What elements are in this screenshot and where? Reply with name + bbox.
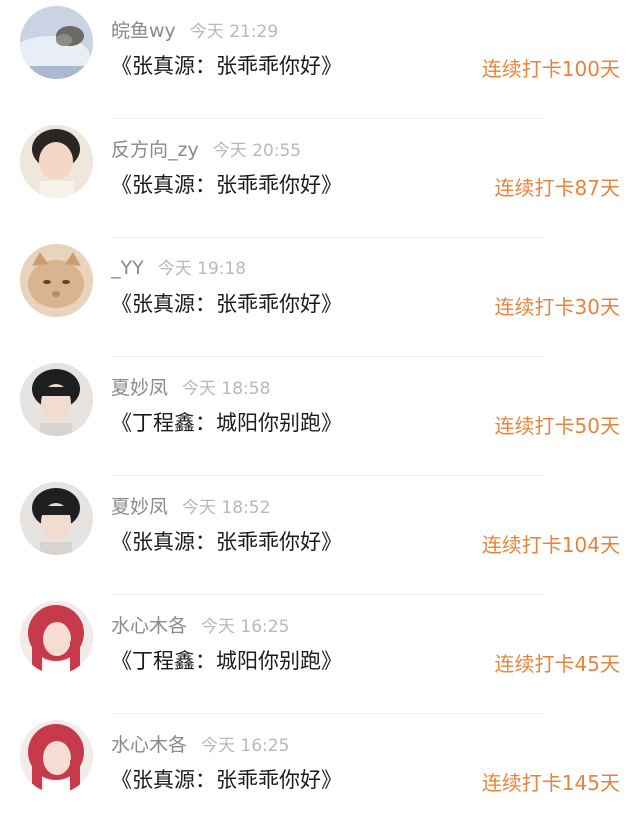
streak-label: 连续打卡30天 [494,295,620,319]
list-item[interactable]: 反方向_zy 今天 20:55 《张真源：张乖乖你好》 连续打卡87天 [0,119,640,238]
avatar-boy-icon[interactable] [20,363,93,436]
book-title[interactable]: 《丁程鑫：城阳你别跑》 [111,645,342,675]
timestamp: 今天 18:58 [182,379,271,399]
book-title[interactable]: 《张真源：张乖乖你好》 [111,50,342,80]
book-title[interactable]: 《张真源：张乖乖你好》 [111,288,342,318]
avatar-boy-icon[interactable] [20,482,93,555]
username[interactable]: 夏妙凤 [111,377,168,399]
timestamp: 今天 16:25 [201,736,290,756]
book-title[interactable]: 《张真源：张乖乖你好》 [111,169,342,199]
username[interactable]: 水心木各 [111,734,187,756]
avatar-cat-icon[interactable] [20,244,93,317]
book-title[interactable]: 《张真源：张乖乖你好》 [111,526,342,556]
streak-label: 连续打卡87天 [494,176,620,200]
list-item[interactable]: 夏妙凤 今天 18:58 《丁程鑫：城阳你别跑》 连续打卡50天 [0,357,640,476]
avatar-person-icon[interactable] [20,125,93,198]
timestamp: 今天 20:55 [212,141,302,161]
username[interactable]: 水心木各 [111,615,187,637]
username[interactable]: 夏妙凤 [111,496,168,518]
streak-label: 连续打卡45天 [494,652,620,676]
list-item[interactable]: 夏妙凤 今天 18:52 《张真源：张乖乖你好》 连续打卡104天 [0,476,640,595]
book-title[interactable]: 《张真源：张乖乖你好》 [111,764,342,794]
checkin-list: 皖鱼wy 今天 21:29 《张真源：张乖乖你好》 连续打卡100天 反方向_zy… [0,0,640,825]
avatar-snowy-animal-icon[interactable] [20,6,93,79]
timestamp: 今天 21:29 [189,22,279,42]
list-item[interactable]: 水心木各 今天 16:25 《张真源：张乖乖你好》 连续打卡145天 [0,714,640,833]
username[interactable]: 皖鱼wy [111,20,176,42]
streak-label: 连续打卡104天 [481,533,620,557]
streak-label: 连续打卡100天 [481,57,620,81]
list-item[interactable]: 水心木各 今天 16:25 《丁程鑫：城阳你别跑》 连续打卡45天 [0,595,640,714]
avatar-red-hair-girl-icon[interactable] [20,601,93,674]
avatar-red-hair-girl-icon[interactable] [20,720,93,793]
timestamp: 今天 16:25 [201,617,290,637]
book-title[interactable]: 《丁程鑫：城阳你别跑》 [111,407,342,437]
timestamp: 今天 18:52 [182,498,271,518]
list-item[interactable]: 皖鱼wy 今天 21:29 《张真源：张乖乖你好》 连续打卡100天 [0,0,640,119]
list-item[interactable]: _YY 今天 19:18 《张真源：张乖乖你好》 连续打卡30天 [0,238,640,357]
timestamp: 今天 19:18 [157,259,247,279]
streak-label: 连续打卡50天 [494,414,620,438]
streak-label: 连续打卡145天 [481,771,620,795]
username[interactable]: _YY [111,257,144,279]
username[interactable]: 反方向_zy [111,139,199,161]
